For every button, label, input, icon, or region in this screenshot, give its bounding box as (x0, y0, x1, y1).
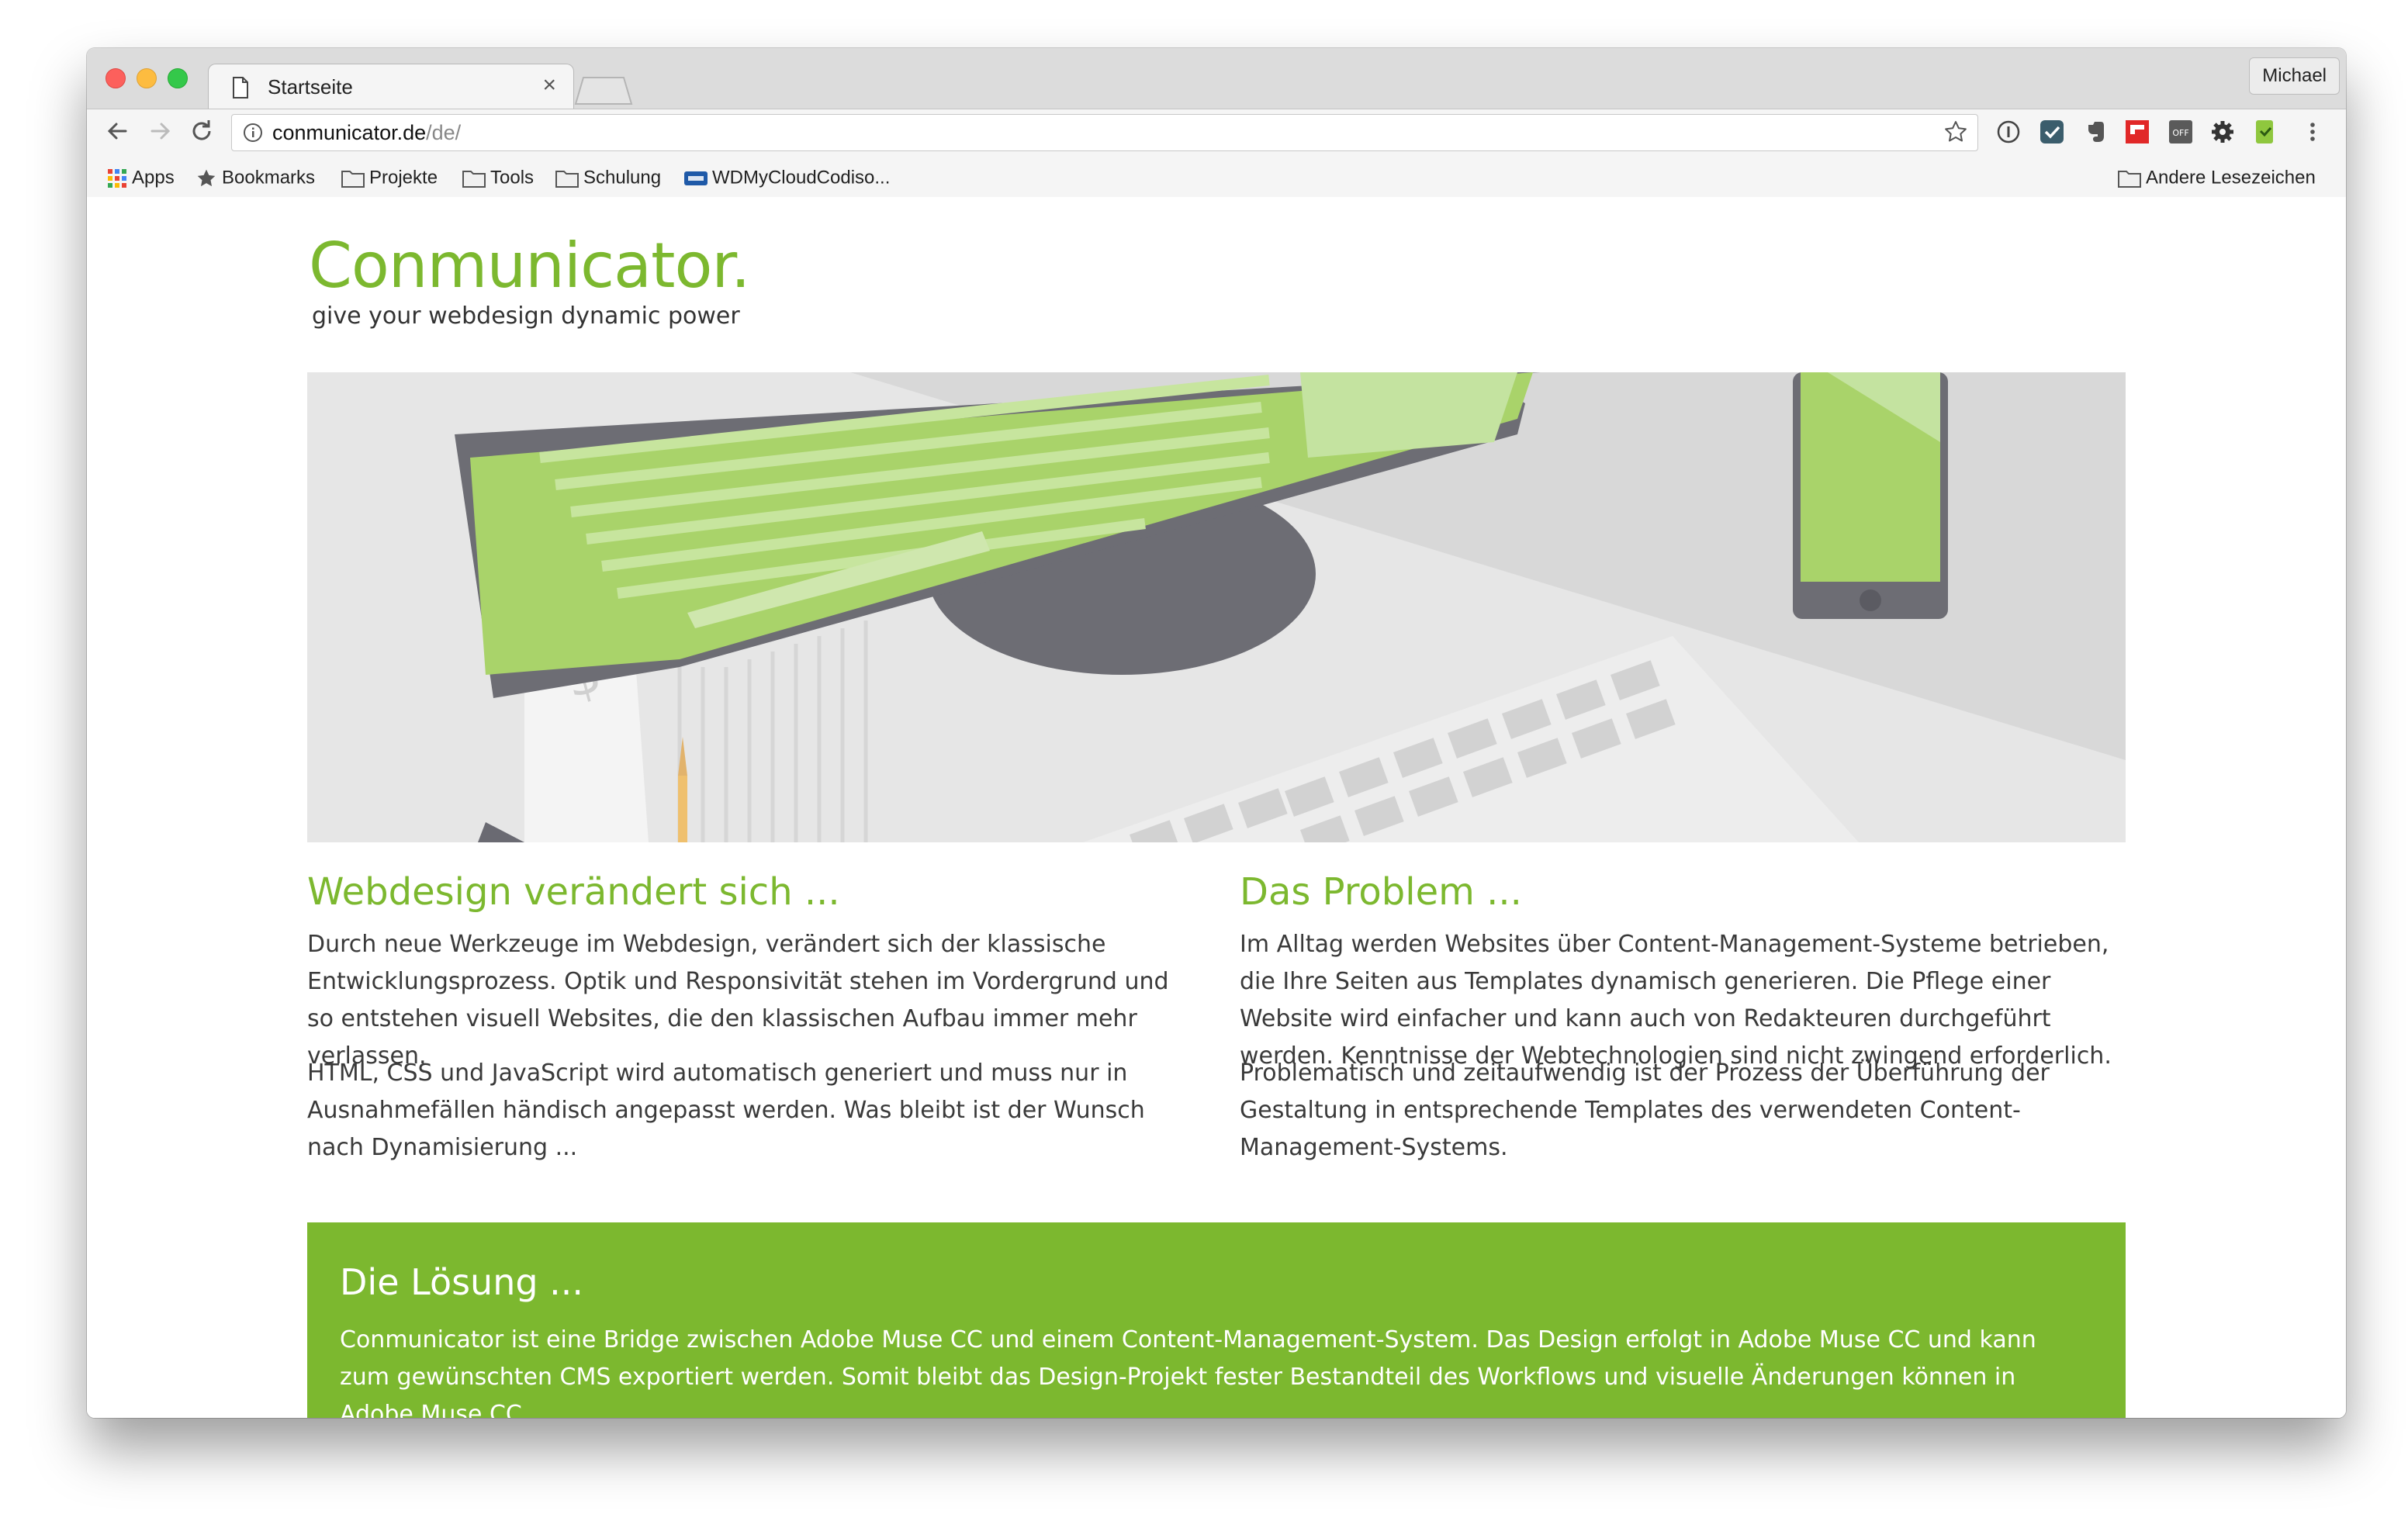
bookmark-folder-projekte[interactable]: Projekte (341, 166, 438, 189)
site-tagline: give your webdesign dynamic power (312, 302, 740, 330)
close-window-button[interactable] (106, 68, 126, 88)
wd-logo-icon (684, 171, 708, 185)
back-icon[interactable] (102, 116, 133, 147)
new-tab-button[interactable] (574, 74, 633, 105)
gear-extension-icon[interactable] (2209, 119, 2236, 145)
solution-section: Die Lösung ... Conmunicator ist eine Bri… (307, 1222, 2126, 1418)
bookmark-wdmycloud[interactable]: WDMyCloudCodiso... (684, 166, 890, 189)
left-column-heading: Webdesign verändert sich ... (307, 870, 840, 914)
evernote-icon[interactable] (2082, 119, 2109, 145)
address-bar[interactable]: conmunicator.de/de/ (231, 114, 1978, 151)
bookmark-star-icon[interactable] (1943, 119, 1968, 144)
solution-paragraph: Conmunicator ist eine Bridge zwischen Ad… (340, 1326, 2036, 1418)
url-text: conmunicator.de/de/ (272, 121, 462, 144)
bookmark-bookmarks[interactable]: Bookmarks (195, 166, 315, 189)
left-paragraph-1: Durch neue Werkzeuge im Webdesign, verän… (307, 931, 1169, 1070)
tab-title: Startseite (268, 75, 353, 99)
svg-text:OFF: OFF (2172, 128, 2188, 138)
green-extension-icon[interactable] (2251, 119, 2278, 145)
reload-icon[interactable] (186, 116, 217, 147)
tab-startseite[interactable]: Startseite × (208, 64, 574, 109)
checkmark-extension-icon[interactable] (2039, 119, 2065, 145)
profile-button[interactable]: Michael (2249, 57, 2340, 95)
hero-illustration: $ (307, 372, 2126, 842)
tab-close-icon[interactable]: × (542, 72, 556, 99)
right-paragraph-1: Im Alltag werden Websites über Content-M… (1240, 931, 2112, 1070)
folder-icon (555, 170, 579, 188)
right-column-heading: Das Problem ... (1240, 870, 1522, 914)
folder-icon (462, 170, 486, 188)
bookmark-folder-tools[interactable]: Tools (462, 166, 534, 189)
off-extension-icon[interactable]: OFF (2168, 119, 2194, 145)
tab-strip: Startseite × Michael (87, 48, 2346, 109)
left-paragraph-2: HTML, CSS und JavaScript wird automatisc… (307, 1060, 1145, 1161)
bookmark-apps[interactable]: Apps (107, 166, 175, 189)
folder-icon (2118, 170, 2141, 188)
forward-icon[interactable] (144, 116, 175, 147)
minimize-window-button[interactable] (137, 68, 157, 88)
zoom-window-button[interactable] (168, 68, 188, 88)
right-paragraph-2: Problematisch und zeitaufwendig ist der … (1240, 1060, 2050, 1161)
star-icon (197, 169, 216, 186)
solution-heading: Die Lösung ... (340, 1261, 584, 1303)
bookmark-folder-andere[interactable]: Andere Lesezeichen (2118, 166, 2316, 189)
bookmark-folder-schulung[interactable]: Schulung (555, 166, 661, 189)
browser-toolbar: conmunicator.de/de/ OFF (87, 109, 2346, 157)
apps-grid-icon (108, 168, 126, 188)
bookmarks-bar: Apps Bookmarks Projekte Tools Schulung W… (87, 157, 2346, 198)
flipboard-icon[interactable] (2124, 119, 2150, 145)
site-logo[interactable]: Conmunicator. (309, 230, 750, 302)
page-viewport: Conmunicator. give your webdesign dynami… (87, 197, 2346, 1418)
browser-window: Startseite × Michael conmunicator.de/de/ (87, 48, 2346, 1418)
info-circle-icon[interactable] (243, 123, 263, 143)
folder-icon (341, 170, 365, 188)
page-icon (233, 77, 248, 99)
info-circle-icon[interactable] (1995, 119, 2022, 145)
menu-dots-icon[interactable] (2299, 119, 2326, 145)
